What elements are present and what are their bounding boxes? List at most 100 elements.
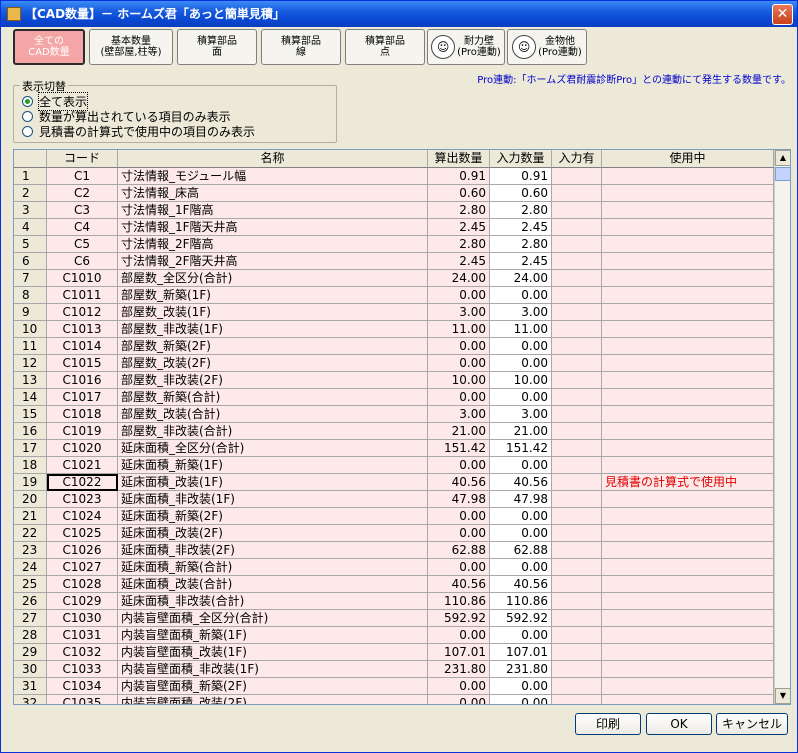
row-input-qty[interactable]: 40.56 bbox=[490, 576, 552, 593]
row-input-qty[interactable]: 0.00 bbox=[490, 457, 552, 474]
row-name[interactable]: 延床面積_新築(合計) bbox=[118, 559, 428, 576]
close-button[interactable]: ✕ bbox=[772, 4, 793, 25]
row-name[interactable]: 内装盲壁面積_新築(1F) bbox=[118, 627, 428, 644]
row-calc-qty[interactable]: 24.00 bbox=[428, 270, 490, 287]
row-calc-qty[interactable]: 0.00 bbox=[428, 338, 490, 355]
row-code[interactable]: C1017 bbox=[47, 389, 118, 406]
row-has-input[interactable] bbox=[552, 185, 602, 202]
row-code[interactable]: C2 bbox=[47, 185, 118, 202]
header-calc[interactable]: 算出数量 bbox=[428, 150, 490, 168]
row-name[interactable]: 延床面積_全区分(合計) bbox=[118, 440, 428, 457]
row-input-qty[interactable]: 0.00 bbox=[490, 678, 552, 695]
row-has-input[interactable] bbox=[552, 440, 602, 457]
row-input-qty[interactable]: 107.01 bbox=[490, 644, 552, 661]
radio-checked-icon[interactable] bbox=[22, 96, 33, 107]
scroll-thumb[interactable] bbox=[775, 167, 790, 181]
row-has-input[interactable] bbox=[552, 695, 602, 704]
row-code[interactable]: C1019 bbox=[47, 423, 118, 440]
scroll-down-icon[interactable]: ▼ bbox=[775, 688, 790, 704]
row-input-qty[interactable]: 110.86 bbox=[490, 593, 552, 610]
row-name[interactable]: 延床面積_改装(1F) bbox=[118, 474, 428, 491]
row-input-qty[interactable]: 0.00 bbox=[490, 338, 552, 355]
row-has-input[interactable] bbox=[552, 270, 602, 287]
table-row[interactable]: 1 C1 寸法情報_モジュール幅 0.91 0.91 bbox=[14, 168, 774, 185]
row-code[interactable]: C1023 bbox=[47, 491, 118, 508]
row-code[interactable]: C1022 bbox=[47, 474, 118, 491]
row-name[interactable]: 寸法情報_1F階天井高 bbox=[118, 219, 428, 236]
table-row[interactable]: 14 C1017 部屋数_新築(合計) 0.00 0.00 bbox=[14, 389, 774, 406]
tab-parts-line[interactable]: 積算部品 線 bbox=[261, 29, 341, 65]
table-row[interactable]: 9 C1012 部屋数_改装(1F) 3.00 3.00 bbox=[14, 304, 774, 321]
tab-hardware[interactable]: ☺ 金物他 (Pro連動) bbox=[507, 29, 587, 65]
table-row[interactable]: 12 C1015 部屋数_改装(2F) 0.00 0.00 bbox=[14, 355, 774, 372]
row-code[interactable]: C1012 bbox=[47, 304, 118, 321]
row-calc-qty[interactable]: 0.00 bbox=[428, 355, 490, 372]
row-input-qty[interactable]: 231.80 bbox=[490, 661, 552, 678]
row-has-input[interactable] bbox=[552, 338, 602, 355]
header-input[interactable]: 入力数量 bbox=[490, 150, 552, 168]
row-has-input[interactable] bbox=[552, 678, 602, 695]
row-code[interactable]: C6 bbox=[47, 253, 118, 270]
row-input-qty[interactable]: 10.00 bbox=[490, 372, 552, 389]
table-row[interactable]: 8 C1011 部屋数_新築(1F) 0.00 0.00 bbox=[14, 287, 774, 304]
row-name[interactable]: 延床面積_改装(2F) bbox=[118, 525, 428, 542]
row-calc-qty[interactable]: 0.91 bbox=[428, 168, 490, 185]
row-calc-qty[interactable]: 2.45 bbox=[428, 253, 490, 270]
cancel-button[interactable]: キャンセル bbox=[716, 713, 788, 735]
tab-parts-surface[interactable]: 積算部品 面 bbox=[177, 29, 257, 65]
row-input-qty[interactable]: 0.00 bbox=[490, 287, 552, 304]
row-name[interactable]: 部屋数_改装(1F) bbox=[118, 304, 428, 321]
row-has-input[interactable] bbox=[552, 525, 602, 542]
row-calc-qty[interactable]: 110.86 bbox=[428, 593, 490, 610]
row-name[interactable]: 部屋数_新築(2F) bbox=[118, 338, 428, 355]
table-row[interactable]: 23 C1026 延床面積_非改装(2F) 62.88 62.88 bbox=[14, 542, 774, 559]
table-row[interactable]: 30 C1033 内装盲壁面積_非改装(1F) 231.80 231.80 bbox=[14, 661, 774, 678]
row-has-input[interactable] bbox=[552, 474, 602, 491]
table-row[interactable]: 21 C1024 延床面積_新築(2F) 0.00 0.00 bbox=[14, 508, 774, 525]
row-has-input[interactable] bbox=[552, 491, 602, 508]
row-code[interactable]: C1 bbox=[47, 168, 118, 185]
row-has-input[interactable] bbox=[552, 236, 602, 253]
row-input-qty[interactable]: 47.98 bbox=[490, 491, 552, 508]
row-has-input[interactable] bbox=[552, 168, 602, 185]
ok-button[interactable]: OK bbox=[646, 713, 712, 735]
row-code[interactable]: C1030 bbox=[47, 610, 118, 627]
row-calc-qty[interactable]: 40.56 bbox=[428, 474, 490, 491]
title-bar[interactable]: 【CAD数量】－ ホームズ君「あっと簡単見積」 ✕ bbox=[1, 1, 797, 27]
tab-basic-quantity[interactable]: 基本数量 (壁部屋,柱等) bbox=[89, 29, 173, 65]
row-has-input[interactable] bbox=[552, 355, 602, 372]
scroll-up-icon[interactable]: ▲ bbox=[775, 150, 790, 166]
row-has-input[interactable] bbox=[552, 321, 602, 338]
row-calc-qty[interactable]: 0.00 bbox=[428, 678, 490, 695]
table-row[interactable]: 11 C1014 部屋数_新築(2F) 0.00 0.00 bbox=[14, 338, 774, 355]
row-calc-qty[interactable]: 2.80 bbox=[428, 202, 490, 219]
table-row[interactable]: 15 C1018 部屋数_改装(合計) 3.00 3.00 bbox=[14, 406, 774, 423]
row-code[interactable]: C5 bbox=[47, 236, 118, 253]
row-code[interactable]: C1035 bbox=[47, 695, 118, 704]
row-has-input[interactable] bbox=[552, 508, 602, 525]
row-name[interactable]: 内装盲壁面積_改装(1F) bbox=[118, 644, 428, 661]
radio-icon[interactable] bbox=[22, 111, 33, 122]
table-row[interactable]: 2 C2 寸法情報_床高 0.60 0.60 bbox=[14, 185, 774, 202]
table-row[interactable]: 26 C1029 延床面積_非改装(合計) 110.86 110.86 bbox=[14, 593, 774, 610]
row-code[interactable]: C1033 bbox=[47, 661, 118, 678]
row-name[interactable]: 内装盲壁面積_新築(2F) bbox=[118, 678, 428, 695]
row-name[interactable]: 延床面積_新築(1F) bbox=[118, 457, 428, 474]
row-name[interactable]: 内装盲壁面積_改装(2F) bbox=[118, 695, 428, 704]
tab-all-cad[interactable]: 全ての CAD数量 bbox=[13, 29, 85, 65]
header-used[interactable]: 使用中 bbox=[602, 150, 774, 168]
row-input-qty[interactable]: 0.00 bbox=[490, 695, 552, 704]
table-row[interactable]: 24 C1027 延床面積_新築(合計) 0.00 0.00 bbox=[14, 559, 774, 576]
row-input-qty[interactable]: 0.00 bbox=[490, 559, 552, 576]
row-input-qty[interactable]: 0.00 bbox=[490, 508, 552, 525]
table-row[interactable]: 31 C1034 内装盲壁面積_新築(2F) 0.00 0.00 bbox=[14, 678, 774, 695]
row-has-input[interactable] bbox=[552, 644, 602, 661]
row-name[interactable]: 部屋数_全区分(合計) bbox=[118, 270, 428, 287]
row-code[interactable]: C1021 bbox=[47, 457, 118, 474]
table-row[interactable]: 3 C3 寸法情報_1F階高 2.80 2.80 bbox=[14, 202, 774, 219]
table-row[interactable]: 17 C1020 延床面積_全区分(合計) 151.42 151.42 bbox=[14, 440, 774, 457]
row-has-input[interactable] bbox=[552, 423, 602, 440]
row-code[interactable]: C1010 bbox=[47, 270, 118, 287]
row-has-input[interactable] bbox=[552, 406, 602, 423]
row-calc-qty[interactable]: 47.98 bbox=[428, 491, 490, 508]
